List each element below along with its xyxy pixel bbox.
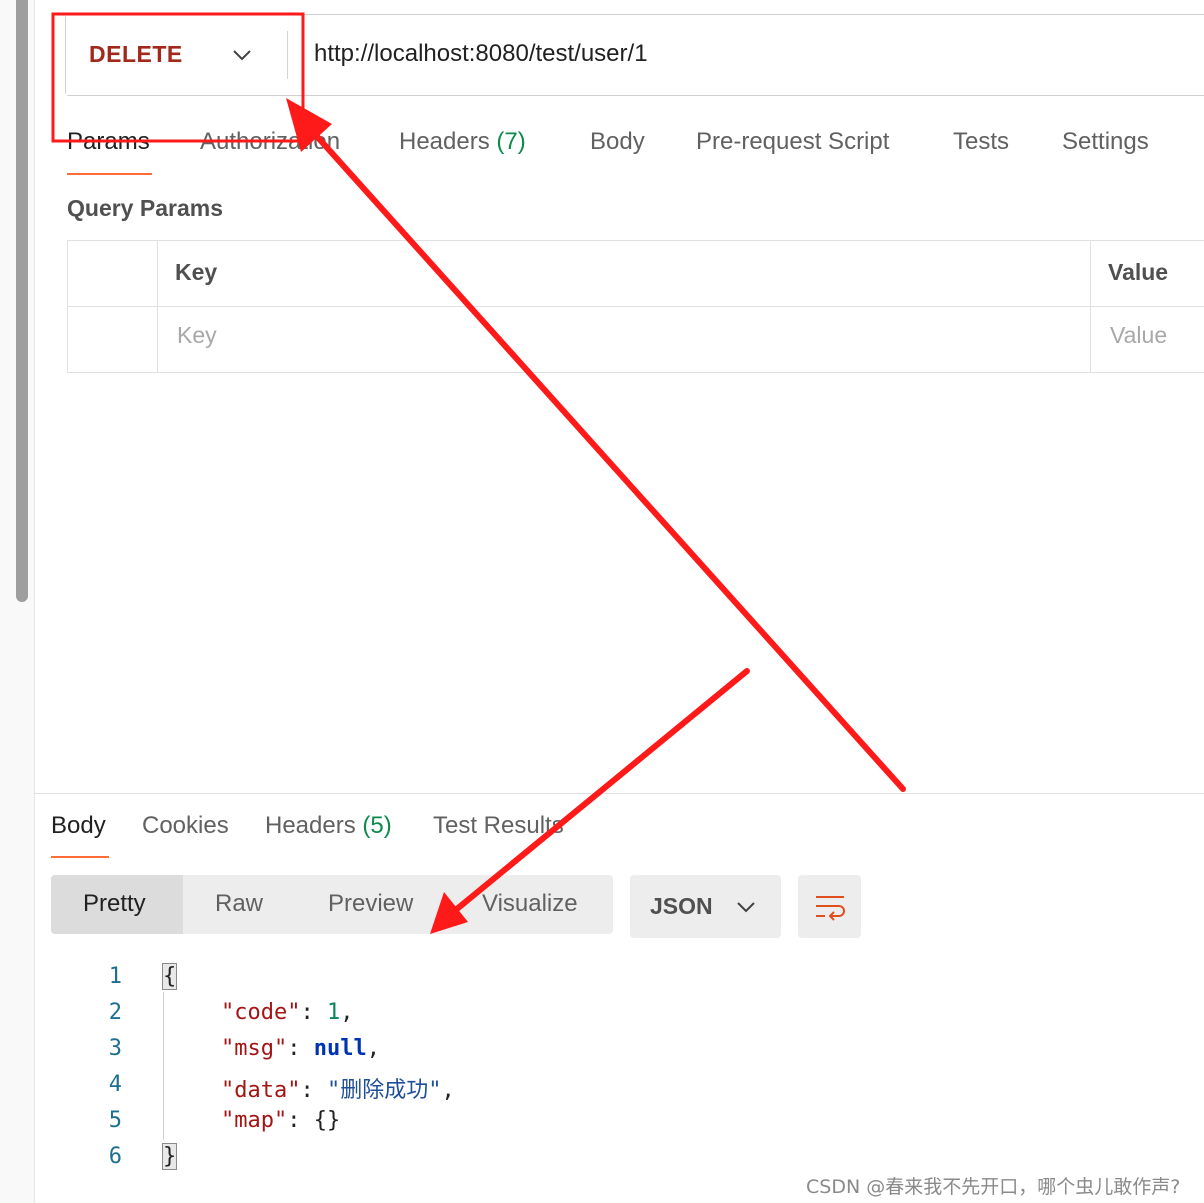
view-pretty-button[interactable]: Pretty — [83, 890, 146, 918]
json-key: "msg" — [221, 1036, 288, 1061]
code-line: "code": 1, — [221, 1000, 353, 1025]
json-value: 1 — [326, 1000, 341, 1025]
json-separator: : — [287, 1108, 314, 1133]
tab-pre-request-script[interactable]: Pre-request Script — [696, 128, 889, 156]
json-value: {} — [313, 1108, 341, 1133]
response-tab-body[interactable]: Body — [51, 812, 106, 840]
json-comma: , — [340, 1000, 354, 1025]
json-comma: , — [366, 1036, 380, 1061]
json-key: "data" — [221, 1078, 301, 1103]
code-line-close-brace: } — [161, 1143, 178, 1170]
watermark: CSDN @春来我不先开口，哪个虫儿敢作声? — [806, 1176, 1181, 1198]
json-comma: , — [441, 1078, 455, 1103]
annotation-arrow-line — [301, 119, 906, 792]
vertical-scrollbar-thumb[interactable] — [16, 0, 28, 602]
tab-headers-label: Headers — [399, 128, 490, 155]
tab-params[interactable]: Params — [67, 128, 150, 156]
tab-settings[interactable]: Settings — [1062, 128, 1149, 156]
method-url-divider — [287, 31, 288, 79]
json-value: null — [313, 1036, 367, 1061]
response-tab-headers-label: Headers — [265, 812, 356, 839]
code-line-open-brace: { — [161, 963, 178, 990]
chevron-down-icon[interactable] — [230, 45, 254, 65]
view-preview-button[interactable]: Preview — [328, 890, 413, 918]
table-row-divider — [67, 306, 1204, 307]
query-params-title: Query Params — [67, 195, 223, 221]
view-visualize-button[interactable]: Visualize — [482, 890, 578, 918]
json-key: "code" — [221, 1000, 301, 1025]
code-line: "data": "删除成功", — [221, 1072, 455, 1104]
json-key: "map" — [221, 1108, 288, 1133]
response-divider[interactable] — [34, 793, 1204, 794]
code-line: "msg": null, — [221, 1036, 380, 1061]
value-input-placeholder[interactable]: Value — [1110, 322, 1167, 349]
json-separator: : — [300, 1078, 327, 1103]
table-column-divider — [1090, 241, 1091, 373]
line-number: 5 — [108, 1108, 122, 1133]
matched-brace: { — [161, 963, 178, 990]
line-number: 4 — [108, 1072, 122, 1097]
tab-headers[interactable]: Headers (7) — [399, 128, 526, 156]
response-tab-headers[interactable]: Headers (5) — [265, 812, 392, 840]
format-label: JSON — [650, 893, 713, 919]
view-raw-button[interactable]: Raw — [215, 890, 263, 918]
line-number: 3 — [108, 1036, 122, 1061]
tab-tests[interactable]: Tests — [953, 128, 1009, 156]
url-input[interactable] — [300, 20, 1200, 88]
matched-brace: } — [161, 1143, 178, 1170]
tab-body[interactable]: Body — [590, 128, 645, 156]
annotation-overlay — [51, 12, 906, 934]
json-value: "删除成功" — [326, 1078, 442, 1103]
method-label: DELETE — [89, 41, 183, 67]
column-header-key: Key — [175, 259, 218, 285]
response-tab-cookies[interactable]: Cookies — [142, 812, 229, 840]
line-number: 2 — [108, 1000, 122, 1025]
tab-headers-count: (7) — [496, 128, 526, 155]
column-header-value: Value — [1108, 259, 1169, 285]
code-line: "map": {} — [221, 1108, 340, 1133]
json-separator: : — [300, 1000, 327, 1025]
key-input-placeholder[interactable]: Key — [177, 322, 217, 349]
table-column-divider — [157, 241, 158, 373]
response-tab-headers-count: (5) — [362, 812, 392, 839]
line-number: 1 — [108, 964, 122, 989]
line-number: 6 — [108, 1144, 122, 1169]
active-response-tab-indicator — [51, 856, 109, 858]
code-fold-guide — [163, 992, 164, 1140]
active-tab-indicator — [67, 173, 152, 175]
wrap-lines-icon — [816, 896, 845, 921]
tab-authorization[interactable]: Authorization — [200, 128, 340, 156]
chevron-down-icon[interactable] — [734, 897, 758, 917]
json-separator: : — [287, 1036, 314, 1061]
response-tab-test-results[interactable]: Test Results — [433, 812, 564, 840]
